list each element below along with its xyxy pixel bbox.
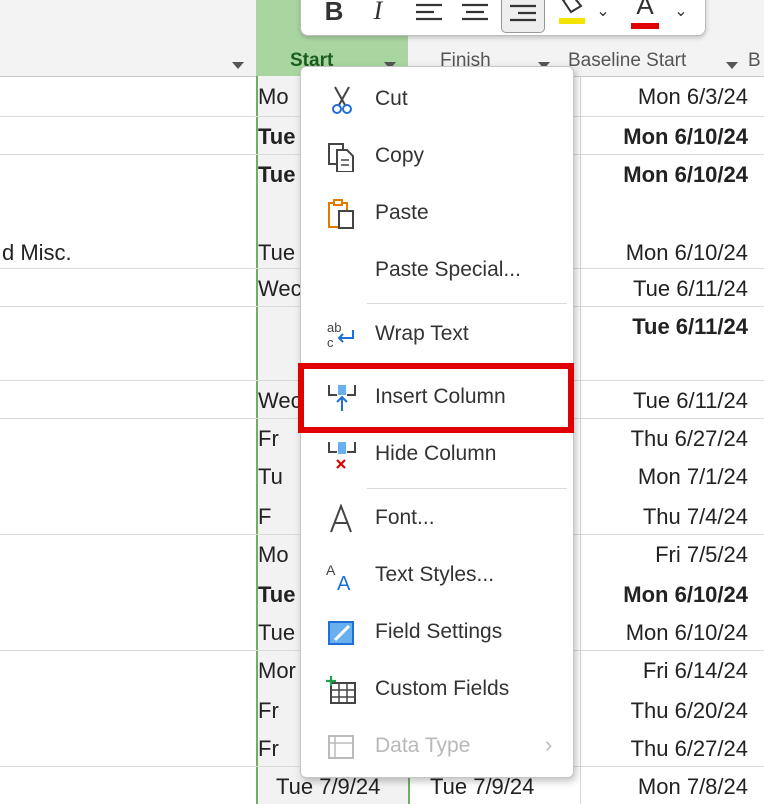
italic-button[interactable]: I <box>363 0 393 35</box>
baseline-start-cell[interactable]: Mon 7/8/24 <box>580 774 748 800</box>
menu-label-cut: Cut <box>375 87 408 110</box>
menu-separator <box>367 488 567 489</box>
start-cell[interactable]: Tue <box>258 582 295 608</box>
start-cell[interactable]: Tue <box>258 620 295 646</box>
baseline-start-cell[interactable]: Mon 6/10/24 <box>580 582 748 608</box>
menu-label-custom-fields: Custom Fields <box>375 677 510 700</box>
font-color-letter: A <box>636 0 654 20</box>
font-icon <box>330 504 352 533</box>
mini-toolbar: B I ⌄ A ⌄ <box>300 0 706 36</box>
menu-item-custom-fields[interactable]: Custom Fields <box>301 663 573 717</box>
start-cell[interactable]: Tue <box>258 124 295 150</box>
start-cell[interactable]: Tu <box>258 464 283 490</box>
baseline-start-cell[interactable]: Mon 6/3/24 <box>580 84 748 110</box>
data-type-icon <box>328 735 354 759</box>
hide-column-icon <box>328 442 356 469</box>
baseline-start-cell[interactable]: Mon 6/10/24 <box>580 620 748 646</box>
start-cell[interactable]: Mor <box>258 658 296 684</box>
baseline-start-cell[interactable]: Thu 6/27/24 <box>580 736 748 762</box>
menu-separator <box>367 303 567 304</box>
align-right-button[interactable] <box>501 0 545 33</box>
start-cell[interactable]: Mo <box>258 84 289 110</box>
baseline-start-cell[interactable]: Mon 6/10/24 <box>580 162 748 188</box>
align-center-icon <box>462 3 488 21</box>
menu-label-paste-special: Paste Special... <box>375 258 521 281</box>
paint-bucket-icon <box>559 0 585 24</box>
menu-label-field-settings: Field Settings <box>375 620 503 643</box>
baseline-start-cell[interactable]: Fri 6/14/24 <box>580 658 748 684</box>
menu-item-hide-column[interactable]: Hide Column <box>301 428 573 482</box>
next-header-label[interactable]: B <box>748 50 761 72</box>
fill-color-button[interactable] <box>553 0 589 35</box>
text-styles-icon: AA <box>326 562 351 591</box>
copy-icon <box>328 143 354 172</box>
bold-button[interactable]: B <box>319 0 349 35</box>
menu-label-data-type: Data Type <box>375 734 471 757</box>
svg-text:A: A <box>326 562 336 578</box>
wrap-text-icon: abc <box>327 320 354 350</box>
menu-item-copy[interactable]: Copy <box>301 130 573 184</box>
insert-column-highlight <box>298 363 574 433</box>
menu-item-text-styles[interactable]: AA Text Styles... <box>301 549 573 603</box>
menu-item-cut[interactable]: Cut <box>301 73 573 127</box>
task-name-dropdown-icon[interactable] <box>232 62 244 69</box>
custom-fields-icon <box>326 676 356 704</box>
baseline-start-header-label[interactable]: Baseline Start <box>568 50 686 72</box>
menu-item-field-settings[interactable]: Field Settings <box>301 606 573 660</box>
start-cell[interactable]: F <box>258 504 271 530</box>
align-left-button[interactable] <box>409 0 449 35</box>
menu-item-font[interactable]: Font... <box>301 492 573 546</box>
align-left-icon <box>416 3 442 21</box>
start-cell[interactable]: Fr <box>258 698 279 724</box>
start-cell[interactable]: Fr <box>258 736 279 762</box>
menu-label-copy: Copy <box>375 144 425 167</box>
fill-color-dropdown[interactable]: ⌄ <box>593 0 613 35</box>
baseline-start-cell[interactable]: Thu 6/20/24 <box>580 698 748 724</box>
menu-item-wrap-text[interactable]: ab c Wrap Text <box>301 308 573 362</box>
start-cell[interactable]: Fr <box>258 426 279 452</box>
baseline-start-cell[interactable]: Thu 6/27/24 <box>580 426 748 452</box>
start-cell[interactable]: Tue <box>258 162 295 188</box>
menu-label-paste: Paste <box>375 201 429 224</box>
menu-item-paste-special[interactable]: Paste Special... <box>301 244 573 298</box>
baseline-start-cell[interactable]: Tue 6/11/24 <box>580 276 748 302</box>
menu-item-data-type[interactable]: Data Type › <box>301 720 573 774</box>
start-cell[interactable]: Wec <box>258 276 302 302</box>
font-color-button[interactable]: A <box>627 0 663 35</box>
menu-label-wrap-text: Wrap Text <box>375 322 469 345</box>
baseline-start-cell[interactable]: Tue 6/11/24 <box>580 314 748 340</box>
baseline-dropdown-icon[interactable] <box>726 62 738 69</box>
svg-text:A: A <box>337 573 351 591</box>
menu-label-hide-column: Hide Column <box>375 442 497 465</box>
baseline-start-cell[interactable]: Mon 7/1/24 <box>580 464 748 490</box>
baseline-start-cell[interactable]: Mon 6/10/24 <box>580 124 748 150</box>
clipboard-paste-icon <box>328 199 354 229</box>
scissors-icon <box>332 86 352 114</box>
task-name-header[interactable] <box>0 0 256 77</box>
svg-text:ab: ab <box>327 320 341 335</box>
align-right-icon <box>510 4 536 22</box>
start-cell[interactable]: Wec <box>258 388 302 414</box>
start-cell[interactable]: Tue <box>258 240 295 266</box>
font-color-swatch <box>631 23 659 29</box>
svg-text:c: c <box>327 335 334 350</box>
start-cell[interactable]: Mo <box>258 542 289 568</box>
baseline-start-cell[interactable]: Thu 7/4/24 <box>580 504 748 530</box>
baseline-start-cell[interactable]: Mon 6/10/24 <box>580 240 748 266</box>
menu-item-paste[interactable]: Paste <box>301 187 573 241</box>
menu-label-text-styles: Text Styles... <box>375 563 495 586</box>
align-center-button[interactable] <box>455 0 495 35</box>
baseline-start-cell[interactable]: Tue 6/11/24 <box>580 388 748 414</box>
font-color-dropdown[interactable]: ⌄ <box>671 0 691 35</box>
baseline-start-cell[interactable]: Fri 7/5/24 <box>580 542 748 568</box>
submenu-chevron-icon: › <box>545 732 553 757</box>
menu-label-font: Font... <box>375 506 435 529</box>
field-settings-icon <box>328 621 354 645</box>
task-name-cell[interactable]: d Misc. <box>2 240 72 266</box>
